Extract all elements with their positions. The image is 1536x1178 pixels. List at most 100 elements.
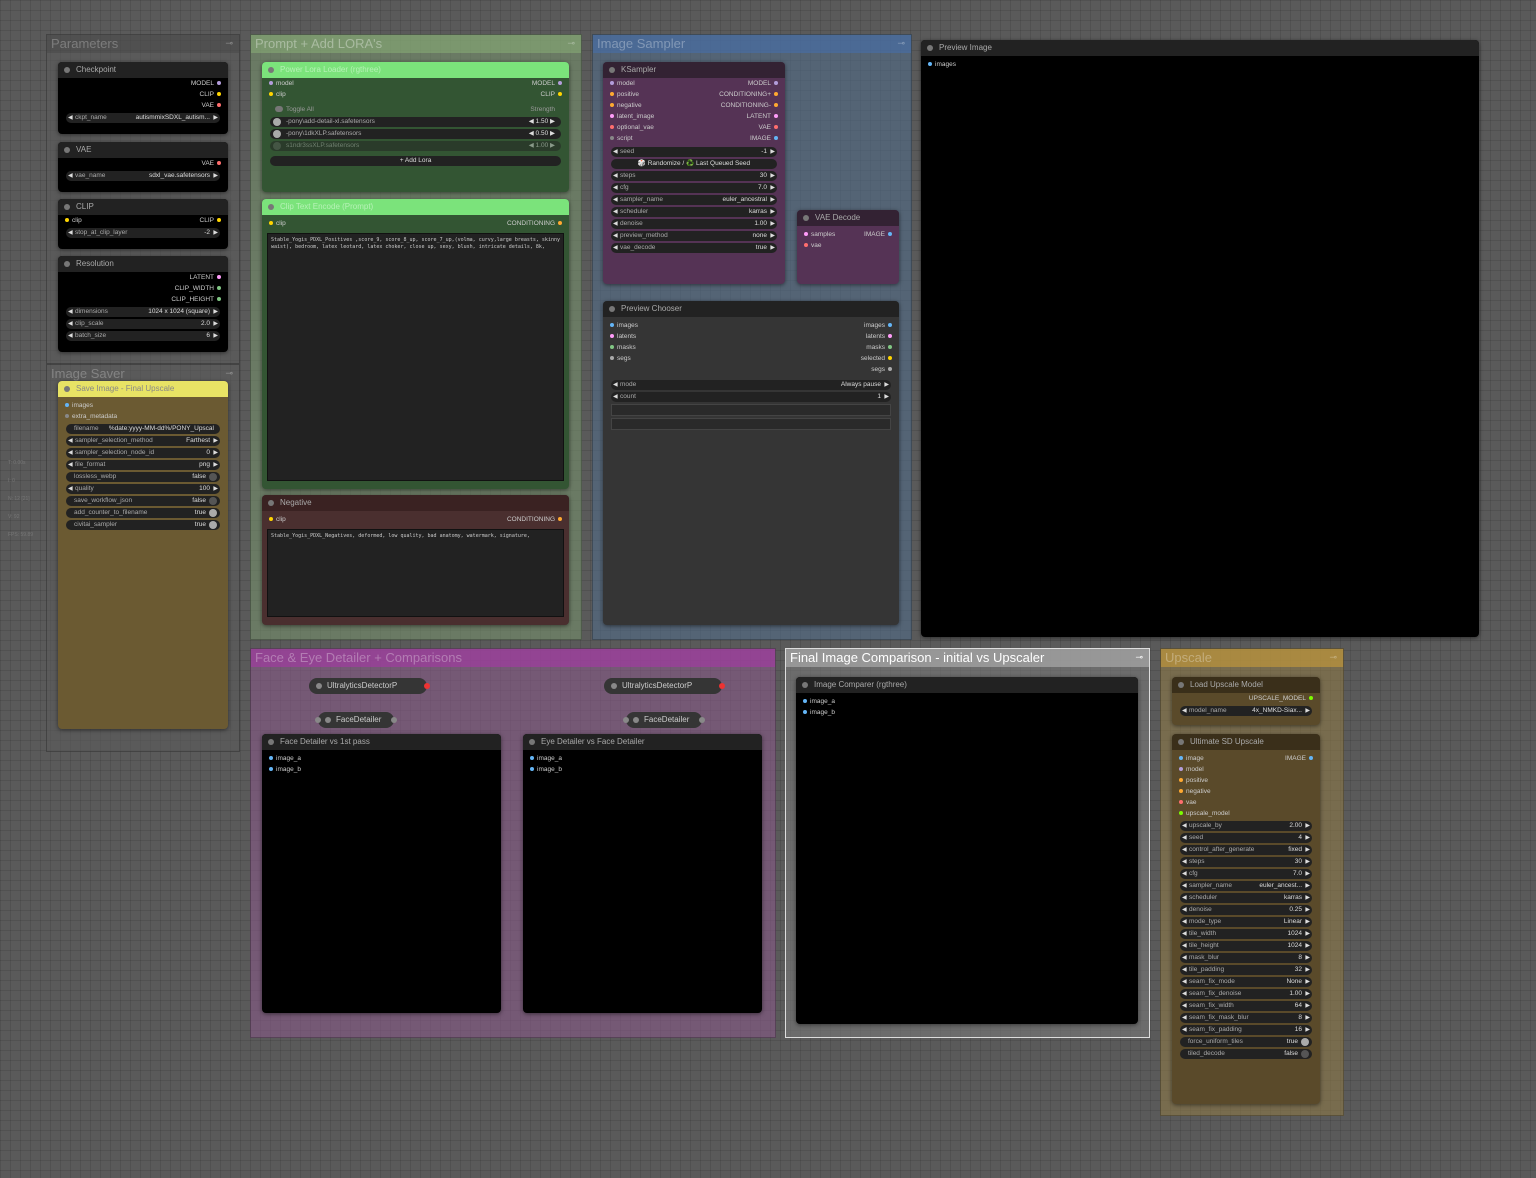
widget-sampler-name[interactable]: sampler_nameeuler_ancest...: [1180, 881, 1312, 891]
input-slot[interactable]: [530, 767, 534, 772]
widget-clip-scale[interactable]: clip_scale2.0: [66, 319, 220, 329]
output-slot[interactable]: [888, 232, 892, 237]
widget-scheduler[interactable]: schedulerkarras: [1180, 893, 1312, 903]
widget-seam-fix-mask-blur[interactable]: seam_fix_mask_blur8: [1180, 1013, 1312, 1023]
node-clip[interactable]: CLIP clipCLIP stop_at_clip_layer-2: [58, 199, 228, 249]
lora-row[interactable]: s1ndr3ssXLP.safetensors ◀ 1.00 ▶: [270, 141, 561, 151]
pin-icon[interactable]: ⊸: [1135, 652, 1143, 663]
input-slot[interactable]: [269, 767, 273, 772]
input-slot[interactable]: [315, 717, 321, 723]
node-save-image[interactable]: Save Image - Final Upscale images extra_…: [58, 381, 228, 729]
input-slot[interactable]: [610, 81, 614, 86]
node-image-comparer-face[interactable]: Face Detailer vs 1st pass image_a image_…: [262, 734, 501, 1013]
widget-steps[interactable]: steps30: [1180, 857, 1312, 867]
input-slot[interactable]: [610, 114, 614, 119]
node-image-comparer-eye[interactable]: Eye Detailer vs Face Detailer image_a im…: [523, 734, 762, 1013]
input-slot[interactable]: [610, 334, 614, 339]
widget-upscale-by[interactable]: upscale_by2.00: [1180, 821, 1312, 831]
input-slot[interactable]: [269, 517, 273, 522]
add-lora-button[interactable]: + Add Lora: [270, 156, 561, 166]
node-ksampler[interactable]: KSampler model MODEL positive CONDITIONING+…: [603, 62, 785, 284]
widget-batch-size[interactable]: batch_size6: [66, 331, 220, 341]
input-slot[interactable]: [1179, 789, 1183, 794]
widget-seam-fix-padding[interactable]: seam_fix_padding16: [1180, 1025, 1312, 1035]
input-slot[interactable]: [610, 92, 614, 97]
widget-denoise[interactable]: denoise0.25: [1180, 905, 1312, 915]
output-slot[interactable]: [558, 92, 562, 97]
input-slot[interactable]: [610, 323, 614, 328]
widget-dimensions[interactable]: dimensions1024 x 1024 (square): [66, 307, 220, 317]
input-slot[interactable]: [610, 136, 614, 141]
pin-icon[interactable]: ⊸: [897, 38, 905, 49]
node-power-lora-loader[interactable]: Power Lora Loader (rgthree) model MODEL c…: [262, 62, 569, 192]
widget-mode-type[interactable]: mode_typeLinear: [1180, 917, 1312, 927]
randomize-seed-button[interactable]: 🎲 Randomize / ♻️ Last Queued Seed: [611, 159, 777, 169]
widget-seed[interactable]: seed-1: [611, 147, 777, 157]
widget-add-counter-to-filename[interactable]: add_counter_to_filename true: [66, 508, 220, 518]
widget-filename[interactable]: filename %date:yyyy-MM-dd%/PONY_Upscal: [66, 424, 220, 434]
node-negative-prompt[interactable]: Negative clip CONDITIONING Stable_Yogis_P…: [262, 495, 569, 625]
prompt-textarea[interactable]: Stable_Yogis_PDXL_Positives ,score_9, sc…: [267, 233, 564, 481]
widget-mask-blur[interactable]: mask_blur8: [1180, 953, 1312, 963]
node-image-comparer-final[interactable]: Image Comparer (rgthree) image_a image_b: [796, 677, 1138, 1024]
widget-stop-at-clip-layer[interactable]: stop_at_clip_layer-2: [66, 228, 220, 238]
input-slot[interactable]: [269, 81, 273, 86]
toggle-knob[interactable]: [273, 118, 281, 126]
input-slot[interactable]: [803, 699, 807, 704]
widget-model-name[interactable]: model_name4x_NMKD-Siax...: [1180, 706, 1312, 716]
output-slot[interactable]: [424, 683, 430, 689]
output-slot[interactable]: [217, 286, 221, 291]
input-slot[interactable]: [610, 103, 614, 108]
toggle-all[interactable]: Toggle All: [272, 104, 314, 115]
toggle-knob[interactable]: [209, 497, 217, 505]
output-slot[interactable]: [558, 517, 562, 522]
widget-vae-name[interactable]: vae_namesdxl_vae.safetensors: [66, 171, 220, 181]
output-slot[interactable]: [217, 161, 221, 166]
output-slot[interactable]: [558, 81, 562, 86]
toggle-knob[interactable]: [1301, 1050, 1309, 1058]
widget-lossless-webp[interactable]: lossless_webp false: [66, 472, 220, 482]
widget-save-workflow-json[interactable]: save_workflow_json false: [66, 496, 220, 506]
pin-icon[interactable]: ⊸: [225, 38, 233, 49]
node-preview-image[interactable]: Preview Image images: [921, 40, 1479, 637]
input-slot[interactable]: [610, 345, 614, 350]
widget-seam-fix-denoise[interactable]: seam_fix_denoise1.00: [1180, 989, 1312, 999]
lora-row[interactable]: -pony\1dkXLP.safetensors ◀ 0.50 ▶: [270, 129, 561, 139]
input-slot[interactable]: [65, 414, 69, 419]
widget-mode[interactable]: modeAlways pause: [611, 380, 891, 390]
input-slot[interactable]: [65, 403, 69, 408]
widget-control-after-generate[interactable]: control_after_generatefixed: [1180, 845, 1312, 855]
widget-seam-fix-width[interactable]: seam_fix_width64: [1180, 1001, 1312, 1011]
toggle-knob[interactable]: [275, 106, 283, 113]
input-slot[interactable]: [804, 232, 808, 237]
node-positive-prompt[interactable]: Clip Text Encode (Prompt) clip CONDITIONI…: [262, 199, 569, 489]
widget-tile-width[interactable]: tile_width1024: [1180, 929, 1312, 939]
output-slot[interactable]: [1309, 756, 1313, 761]
input-slot[interactable]: [1179, 767, 1183, 772]
widget-tile-padding[interactable]: tile_padding32: [1180, 965, 1312, 975]
output-slot[interactable]: [391, 717, 397, 723]
output-slot[interactable]: [888, 356, 892, 361]
input-slot[interactable]: [269, 221, 273, 226]
input-slot[interactable]: [1179, 756, 1183, 761]
output-slot[interactable]: [699, 717, 705, 723]
node-face-detailer-2[interactable]: FaceDetailer: [623, 712, 705, 728]
input-slot[interactable]: [928, 62, 932, 67]
toggle-knob[interactable]: [209, 473, 217, 481]
input-slot[interactable]: [610, 356, 614, 361]
widget-cfg[interactable]: cfg7.0: [611, 183, 777, 193]
pin-icon[interactable]: ⊸: [567, 38, 575, 49]
node-resolution[interactable]: Resolution LATENT CLIP_WIDTH CLIP_HEIGHT…: [58, 256, 228, 352]
widget-tile-height[interactable]: tile_height1024: [1180, 941, 1312, 951]
input-slot[interactable]: [803, 710, 807, 715]
node-face-detailer-1[interactable]: FaceDetailer: [315, 712, 397, 728]
output-slot[interactable]: [217, 275, 221, 280]
widget-sampler-selection-node-id[interactable]: sampler_selection_node_id0: [66, 448, 220, 458]
chooser-button[interactable]: [611, 418, 891, 430]
pin-icon[interactable]: ⊸: [1329, 652, 1337, 663]
widget-seed[interactable]: seed4: [1180, 833, 1312, 843]
output-slot[interactable]: [774, 125, 778, 130]
chooser-button[interactable]: [611, 404, 891, 416]
prompt-textarea[interactable]: Stable_Yogis_PDXL_Negatives, deformed, l…: [267, 529, 564, 617]
toggle-knob[interactable]: [209, 521, 217, 529]
